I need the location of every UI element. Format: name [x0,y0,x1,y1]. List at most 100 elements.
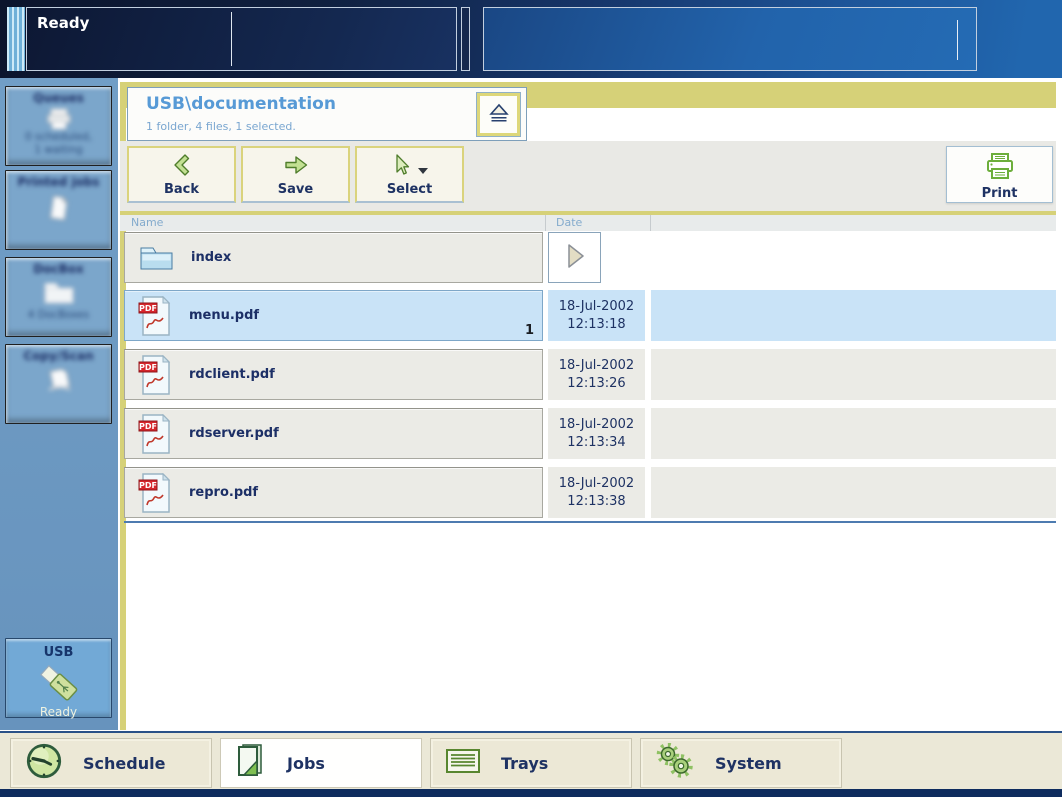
copy-scan-icon [45,368,73,394]
file-row-rdserver-pdf[interactable]: PDF rdserver.pdf [124,408,543,459]
sidebar-item-queues[interactable]: Queues 0 scheduled, 1 waiting [5,86,112,166]
printed-jobs-label: Printed jobs [17,175,100,189]
save-button-label: Save [277,182,314,197]
usb-label: USB [43,645,74,660]
status-bar: Ready [0,0,1062,78]
tab-jobs[interactable]: Jobs [220,738,422,788]
printed-jobs-icon [48,195,70,221]
status-panel-spacer [461,7,470,71]
jobs-document-icon [235,742,267,784]
file-time-value: 12:13:38 [567,493,626,509]
file-row-repro-pdf[interactable]: PDF repro.pdf [124,467,543,518]
footer-bottom-border [0,789,1062,797]
selection-order-badge: 1 [524,323,534,338]
save-button[interactable]: Save [241,146,350,203]
message-panel [483,7,977,71]
current-path: USB\documentation [146,94,336,114]
file-date-value: 18-Jul-2002 [558,416,635,432]
svg-text:PDF: PDF [139,422,157,431]
gears-icon [655,742,695,783]
svg-text:PDF: PDF [139,363,157,372]
print-button-label: Print [981,186,1018,201]
file-date-value: 18-Jul-2002 [558,475,635,491]
status-text: Ready [37,14,90,32]
back-button-label: Back [163,182,200,197]
tray-icon [445,748,481,778]
file-date: 18-Jul-2002 12:13:38 [548,467,645,518]
file-name: rdclient.pdf [189,367,275,382]
column-separator [545,215,546,231]
main-tab-bar: Schedule Jobs Trays System [0,731,1062,797]
copy-scan-label: Copy/Scan [23,349,94,363]
back-button[interactable]: Back [127,146,236,203]
tab-system-label: System [715,753,782,773]
column-header-date: Date [556,216,583,229]
file-row-menu-pdf[interactable]: PDF menu.pdf 1 [124,290,543,341]
printer-icon [984,152,1016,186]
pdf-file-icon: PDF [138,295,172,336]
select-button-label: Select [386,182,433,197]
message-panel-divider [957,20,958,60]
file-time-value: 12:13:26 [567,375,626,391]
file-date: 18-Jul-2002 12:13:34 [548,408,645,459]
eject-icon [486,101,512,129]
back-chevron-icon [170,153,194,181]
file-row-extension [651,467,1056,518]
pdf-file-icon: PDF [138,472,172,513]
clock-icon [25,742,63,784]
docbox-folder-icon [42,280,76,306]
open-folder-button[interactable] [548,232,601,283]
file-time-value: 12:13:18 [567,316,626,332]
tab-jobs-label: Jobs [287,753,325,773]
select-button[interactable]: Select [355,146,464,203]
file-name: index [191,250,232,265]
docbox-count-line: 4 DocBoxes [27,309,90,321]
brand-stripes-icon [7,7,25,71]
status-panel-divider [231,12,232,66]
list-column-header: Name Date [120,215,1056,231]
sidebar-item-copy-scan[interactable]: Copy/Scan [5,344,112,424]
queues-label: Queues [33,91,84,105]
svg-text:PDF: PDF [139,304,157,313]
select-dropdown-caret-icon [418,168,428,174]
usb-stick-icon [35,662,83,704]
file-name: repro.pdf [189,485,259,500]
pdf-file-icon: PDF [138,354,172,395]
tab-schedule-label: Schedule [83,753,166,773]
file-row-rdclient-pdf[interactable]: PDF rdclient.pdf [124,349,543,400]
print-queue-icon [45,107,73,131]
file-name: menu.pdf [189,308,260,323]
file-row-extension [651,349,1056,400]
file-time-value: 12:13:34 [567,434,626,450]
queues-status-line-1: 0 scheduled, [24,131,93,143]
list-bottom-border [124,521,1056,523]
queues-status-line-2: 1 waiting [34,144,83,157]
file-row-extension [651,290,1056,341]
folder-icon [138,244,174,272]
column-separator [650,215,651,231]
file-row-index[interactable]: index [124,232,543,283]
tab-trays[interactable]: Trays [430,738,632,788]
tab-system[interactable]: System [640,738,842,788]
file-name: rdserver.pdf [189,426,279,441]
print-button[interactable]: Print [946,146,1053,203]
path-header: USB\documentation 1 folder, 4 files, 1 s… [127,87,527,141]
tab-schedule[interactable]: Schedule [10,738,212,788]
tab-trays-label: Trays [501,753,549,773]
column-header-name: Name [131,216,164,229]
sidebar-item-usb[interactable]: USB Ready [5,638,112,719]
sidebar-item-docbox[interactable]: DocBox 4 DocBoxes [5,257,112,337]
svg-text:PDF: PDF [139,481,157,490]
docbox-label: DocBox [33,262,84,276]
folder-summary: 1 folder, 4 files, 1 selected. [146,120,296,133]
eject-usb-button[interactable] [476,92,521,137]
status-panel: Ready [26,7,457,71]
file-row-extension [651,408,1056,459]
sidebar: Queues 0 scheduled, 1 waiting Printed jo… [0,78,118,730]
file-date: 18-Jul-2002 12:13:18 [548,290,645,341]
select-pointer-icon [391,153,411,181]
file-date-value: 18-Jul-2002 [558,298,635,314]
open-arrow-icon [562,241,588,275]
sidebar-item-printed-jobs[interactable]: Printed jobs [5,170,112,250]
file-date: 18-Jul-2002 12:13:26 [548,349,645,400]
